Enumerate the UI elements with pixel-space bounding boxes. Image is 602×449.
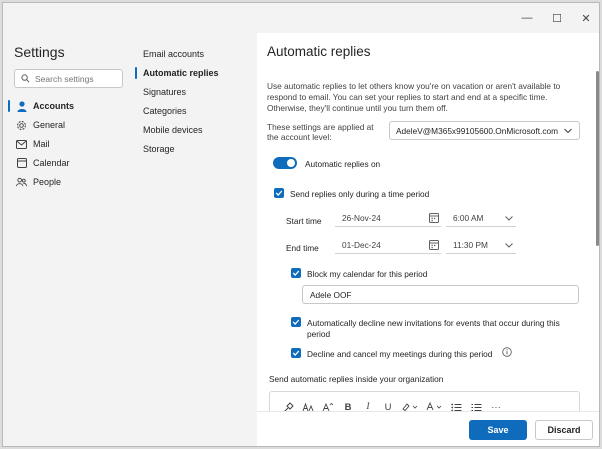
description-text: Use automatic replies to let others know…: [267, 81, 561, 113]
subnav-item-mobile-devices[interactable]: Mobile devices: [135, 121, 253, 139]
start-time-value: 6:00 AM: [453, 213, 484, 223]
dialog-footer: Save Discard: [257, 411, 599, 446]
mail-icon: [16, 139, 27, 150]
page-title: Automatic replies: [267, 44, 371, 59]
checkmark-icon: [292, 350, 300, 356]
gear-icon: [16, 120, 27, 131]
end-date-value: 01-Dec-24: [342, 240, 381, 250]
people-icon: [16, 177, 27, 188]
nav-item-label: Calendar: [33, 158, 70, 168]
block-calendar-label: Block my calendar for this period: [307, 269, 428, 279]
account-dropdown[interactable]: AdeleV@M365x99105600.OnMicrosoft.com: [389, 121, 580, 140]
title-bar: — ☐ ✕: [3, 3, 599, 33]
settings-title: Settings: [14, 44, 65, 60]
start-date-input[interactable]: 26-Nov-24: [335, 210, 441, 227]
maximize-icon: ☐: [552, 12, 562, 25]
minimize-icon: —: [521, 12, 533, 24]
automatic-replies-panel: Automatic replies Use automatic replies …: [257, 33, 599, 446]
account-value: AdeleV@M365x99105600.OnMicrosoft.com: [396, 125, 558, 136]
time-period-checkbox[interactable]: [274, 188, 284, 198]
search-icon: [21, 74, 30, 83]
nav-item-accounts[interactable]: Accounts: [8, 97, 128, 115]
subnav-item-label: Categories: [143, 106, 187, 116]
search-input[interactable]: [35, 73, 115, 84]
nav-item-people[interactable]: People: [8, 173, 128, 191]
chevron-down-icon: [564, 128, 572, 134]
start-date-value: 26-Nov-24: [342, 213, 381, 223]
subnav-item-label: Mobile devices: [143, 125, 203, 135]
scrollbar[interactable]: [595, 33, 599, 446]
calendar-icon: [429, 240, 439, 250]
nav-item-general[interactable]: General: [8, 116, 128, 134]
maximize-button[interactable]: ☐: [548, 9, 566, 27]
nav-item-mail[interactable]: Mail: [8, 135, 128, 153]
decline-invitations-label: Automatically decline new invitations fo…: [307, 318, 560, 328]
settings-nav: Settings Accounts General Mail Calendar …: [3, 33, 133, 446]
decline-invitations-checkbox[interactable]: [291, 317, 301, 327]
subnav-item-automatic-replies[interactable]: Automatic replies: [135, 64, 253, 82]
time-period-label: Send replies only during a time period: [290, 189, 430, 199]
end-date-input[interactable]: 01-Dec-24: [335, 237, 441, 254]
decline-invitations-label-cont: period: [307, 329, 331, 339]
inside-org-label: Send automatic replies inside your organ…: [269, 374, 444, 384]
subnav-item-signatures[interactable]: Signatures: [135, 83, 253, 101]
subnav-item-storage[interactable]: Storage: [135, 140, 253, 158]
subnav-item-email-accounts[interactable]: Email accounts: [135, 45, 253, 63]
subnav-item-label: Automatic replies: [143, 68, 219, 78]
nav-item-calendar[interactable]: Calendar: [8, 154, 128, 172]
toggle-label: Automatic replies on: [305, 159, 381, 169]
end-time-value: 11:30 PM: [453, 240, 488, 250]
calendar-icon: [429, 213, 439, 223]
automatic-replies-toggle[interactable]: [273, 157, 297, 169]
person-icon: [16, 100, 27, 112]
nav-item-label: Mail: [33, 139, 50, 149]
save-button[interactable]: Save: [469, 420, 527, 440]
decline-cancel-label: Decline and cancel my meetings during th…: [307, 349, 493, 359]
subnav-item-label: Signatures: [143, 87, 187, 97]
decline-cancel-checkbox[interactable]: [291, 348, 301, 358]
scrollbar-thumb[interactable]: [596, 71, 599, 246]
accounts-subnav: Email accounts Automatic replies Signatu…: [133, 33, 257, 446]
start-time-label: Start time: [286, 216, 322, 226]
nav-item-label: Accounts: [33, 101, 75, 111]
subnav-item-label: Email accounts: [143, 49, 205, 59]
discard-button[interactable]: Discard: [535, 420, 593, 440]
chevron-down-icon: [505, 216, 513, 221]
applied-at-label: These settings are applied at the accoun…: [267, 122, 374, 142]
subnav-item-categories[interactable]: Categories: [135, 102, 253, 120]
end-time-input[interactable]: 11:30 PM: [446, 237, 516, 254]
chevron-down-icon: [505, 243, 513, 248]
block-calendar-checkbox[interactable]: [291, 268, 301, 278]
settings-window: — ☐ ✕ Settings Accounts General Mail Cal…: [2, 2, 600, 447]
search-box[interactable]: [14, 69, 123, 88]
start-time-input[interactable]: 6:00 AM: [446, 210, 516, 227]
checkmark-icon: [292, 319, 300, 325]
end-time-label: End time: [286, 243, 319, 253]
checkmark-icon: [292, 270, 300, 276]
calendar-icon: [16, 158, 27, 169]
subnav-item-label: Storage: [143, 144, 175, 154]
event-title-value: Adele OOF: [310, 289, 352, 300]
close-button[interactable]: ✕: [577, 9, 595, 27]
event-title-input[interactable]: Adele OOF: [302, 285, 579, 304]
checkmark-icon: [275, 190, 283, 196]
nav-item-label: People: [33, 177, 62, 187]
nav-item-label: General: [33, 120, 66, 130]
minimize-button[interactable]: —: [518, 9, 536, 27]
close-icon: ✕: [581, 12, 591, 25]
info-icon[interactable]: [502, 347, 512, 357]
